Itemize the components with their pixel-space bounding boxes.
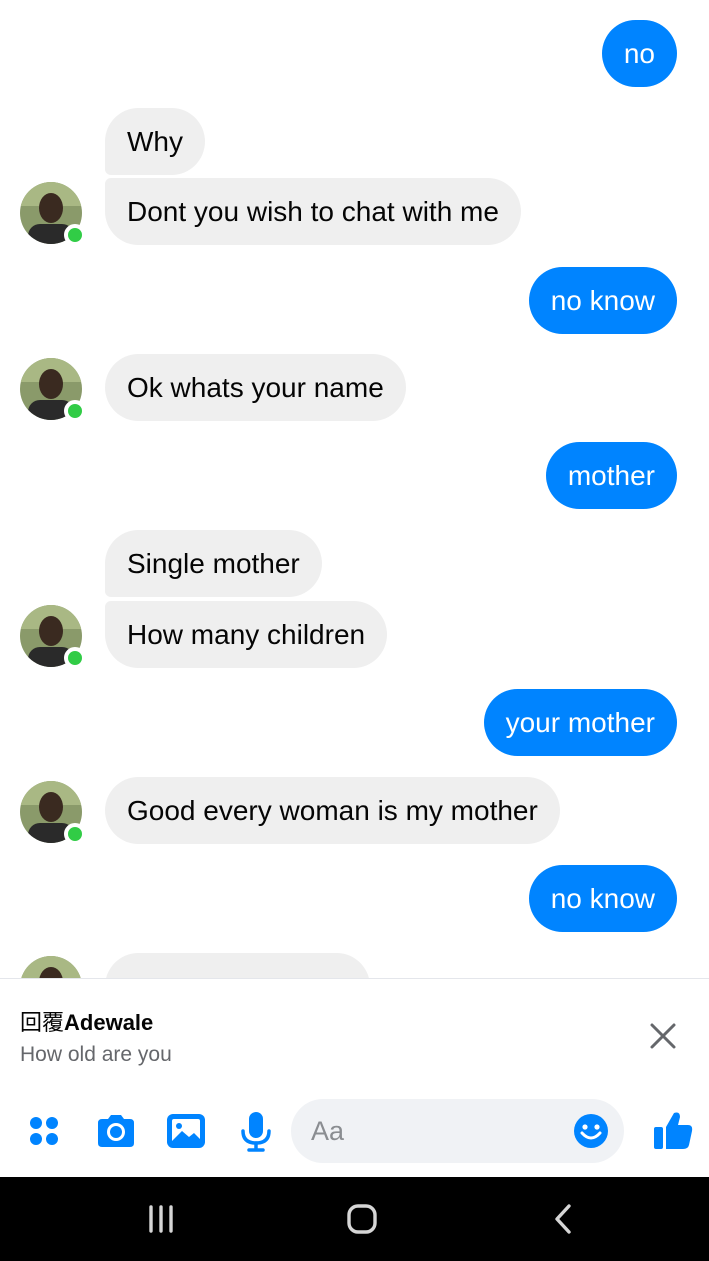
reply-quoted-text: How old are you	[20, 1043, 172, 1066]
contact-avatar[interactable]	[20, 182, 86, 246]
microphone-icon[interactable]	[234, 1109, 278, 1153]
message-outgoing[interactable]: your mother	[483, 689, 677, 756]
message-incoming[interactable]: Ok whats your name	[105, 354, 406, 421]
emoji-icon[interactable]	[573, 1113, 609, 1149]
message-input[interactable]	[311, 1099, 561, 1163]
online-indicator	[64, 823, 86, 845]
home-icon[interactable]	[342, 1199, 382, 1239]
message-incoming[interactable]: Single mother	[105, 530, 322, 597]
message-outgoing[interactable]: no	[601, 20, 677, 87]
message-incoming-partial[interactable]	[105, 953, 370, 978]
camera-icon[interactable]	[94, 1109, 138, 1153]
back-icon[interactable]	[544, 1199, 584, 1239]
recent-apps-icon[interactable]	[141, 1199, 181, 1239]
reply-prefix: 回覆	[20, 1011, 65, 1036]
contact-avatar[interactable]	[20, 358, 86, 422]
message-text: Dont you wish to chat with me	[127, 196, 499, 227]
message-text: your mother	[505, 707, 655, 738]
system-navigation-bar	[0, 1177, 709, 1261]
message-incoming[interactable]: How many children	[105, 601, 388, 668]
gallery-icon[interactable]	[164, 1109, 208, 1153]
message-text: mother	[567, 460, 655, 491]
message-text: Good every woman is my mother	[127, 795, 538, 826]
message-outgoing[interactable]: no know	[528, 865, 677, 932]
contact-avatar[interactable]	[20, 605, 86, 669]
message-text: Single mother	[127, 548, 300, 579]
message-input-wrapper	[291, 1099, 624, 1163]
message-text: no	[623, 38, 655, 69]
message-text: How many children	[127, 619, 366, 650]
thumbs-up-icon[interactable]	[650, 1107, 696, 1153]
reply-title: 回覆Adewale	[20, 1005, 153, 1037]
message-incoming[interactable]: Why	[105, 108, 205, 175]
message-outgoing[interactable]: mother	[545, 442, 677, 509]
apps-icon[interactable]	[22, 1109, 66, 1153]
message-outgoing[interactable]: no know	[528, 267, 677, 334]
contact-avatar[interactable]	[20, 956, 82, 978]
message-thread[interactable]: no Why Dont you wish to chat with me no …	[0, 0, 709, 978]
composer-bar	[0, 1087, 709, 1177]
message-incoming[interactable]: Dont you wish to chat with me	[105, 178, 521, 245]
contact-avatar[interactable]	[20, 781, 86, 845]
reply-preview: 回覆Adewale How old are you	[0, 979, 709, 1087]
online-indicator	[64, 647, 86, 669]
reply-recipient-name: Adewale	[64, 1010, 154, 1035]
online-indicator	[64, 400, 86, 422]
message-text: no know	[550, 285, 655, 316]
message-text: Why	[127, 126, 183, 157]
message-text: no know	[550, 883, 655, 914]
close-icon[interactable]	[644, 1017, 682, 1055]
message-text: Ok whats your name	[127, 372, 384, 403]
message-incoming[interactable]: Good every woman is my mother	[105, 777, 560, 844]
online-indicator	[64, 224, 86, 246]
